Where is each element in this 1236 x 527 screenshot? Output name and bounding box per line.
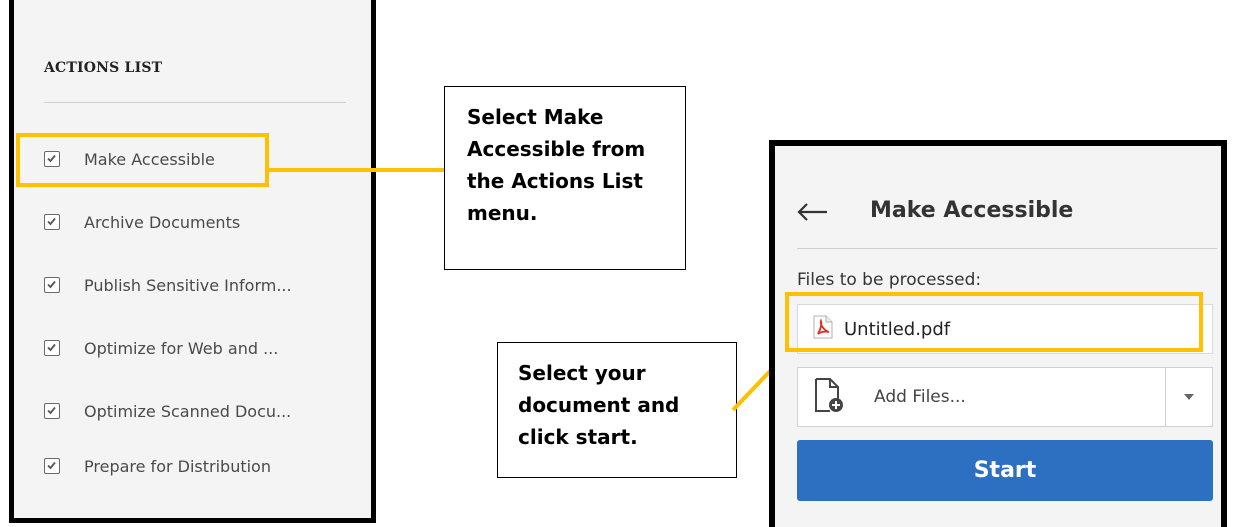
callout-line: document and [518, 393, 680, 417]
panel-title: Make Accessible [870, 198, 1074, 223]
action-item-label: Prepare for Distribution [84, 456, 271, 476]
action-item-prepare-distribution[interactable]: Prepare for Distribution [44, 451, 354, 481]
chevron-down-icon[interactable] [1166, 368, 1212, 426]
callout-line: menu. [467, 201, 538, 225]
callout-line: the Actions List [467, 169, 643, 193]
checkbox-icon [44, 214, 60, 230]
checkbox-icon [44, 458, 60, 474]
checkbox-icon [44, 403, 60, 419]
callout-line: Accessible from [467, 137, 646, 161]
actions-list-title: ACTIONS LIST [44, 60, 163, 76]
callout-line: Select your [518, 361, 646, 385]
files-to-process-label: Files to be processed: [797, 270, 982, 290]
callout-line: click start. [518, 425, 638, 449]
add-file-icon [814, 377, 844, 418]
callout-connector [267, 168, 445, 172]
highlight-selected-file [785, 292, 1203, 352]
action-item-archive-documents[interactable]: Archive Documents [44, 207, 354, 237]
divider [797, 248, 1217, 249]
checkbox-icon [44, 277, 60, 293]
action-item-optimize-web[interactable]: Optimize for Web and ... [44, 333, 354, 363]
add-files-button[interactable]: Add Files... [797, 367, 1213, 427]
callout-line: Select Make [467, 105, 604, 129]
actions-list-panel: ACTIONS LIST Make Accessible Archive Doc… [9, 0, 376, 523]
start-button[interactable]: Start [797, 440, 1213, 501]
add-files-label: Add Files... [874, 387, 966, 407]
divider [44, 102, 346, 103]
highlight-make-accessible [16, 133, 269, 187]
back-arrow-icon[interactable] [797, 202, 829, 227]
callout-step-1: Select Make Accessible from the Actions … [444, 86, 686, 270]
action-item-publish-sensitive[interactable]: Publish Sensitive Inform... [44, 270, 354, 300]
action-item-label: Optimize for Web and ... [84, 338, 279, 358]
checkbox-icon [44, 340, 60, 356]
action-item-optimize-scanned[interactable]: Optimize Scanned Docu... [44, 396, 354, 426]
action-item-label: Archive Documents [84, 212, 241, 232]
callout-step-2: Select your document and click start. [497, 342, 737, 478]
action-item-label: Publish Sensitive Inform... [84, 275, 292, 295]
action-item-label: Optimize Scanned Docu... [84, 401, 292, 421]
